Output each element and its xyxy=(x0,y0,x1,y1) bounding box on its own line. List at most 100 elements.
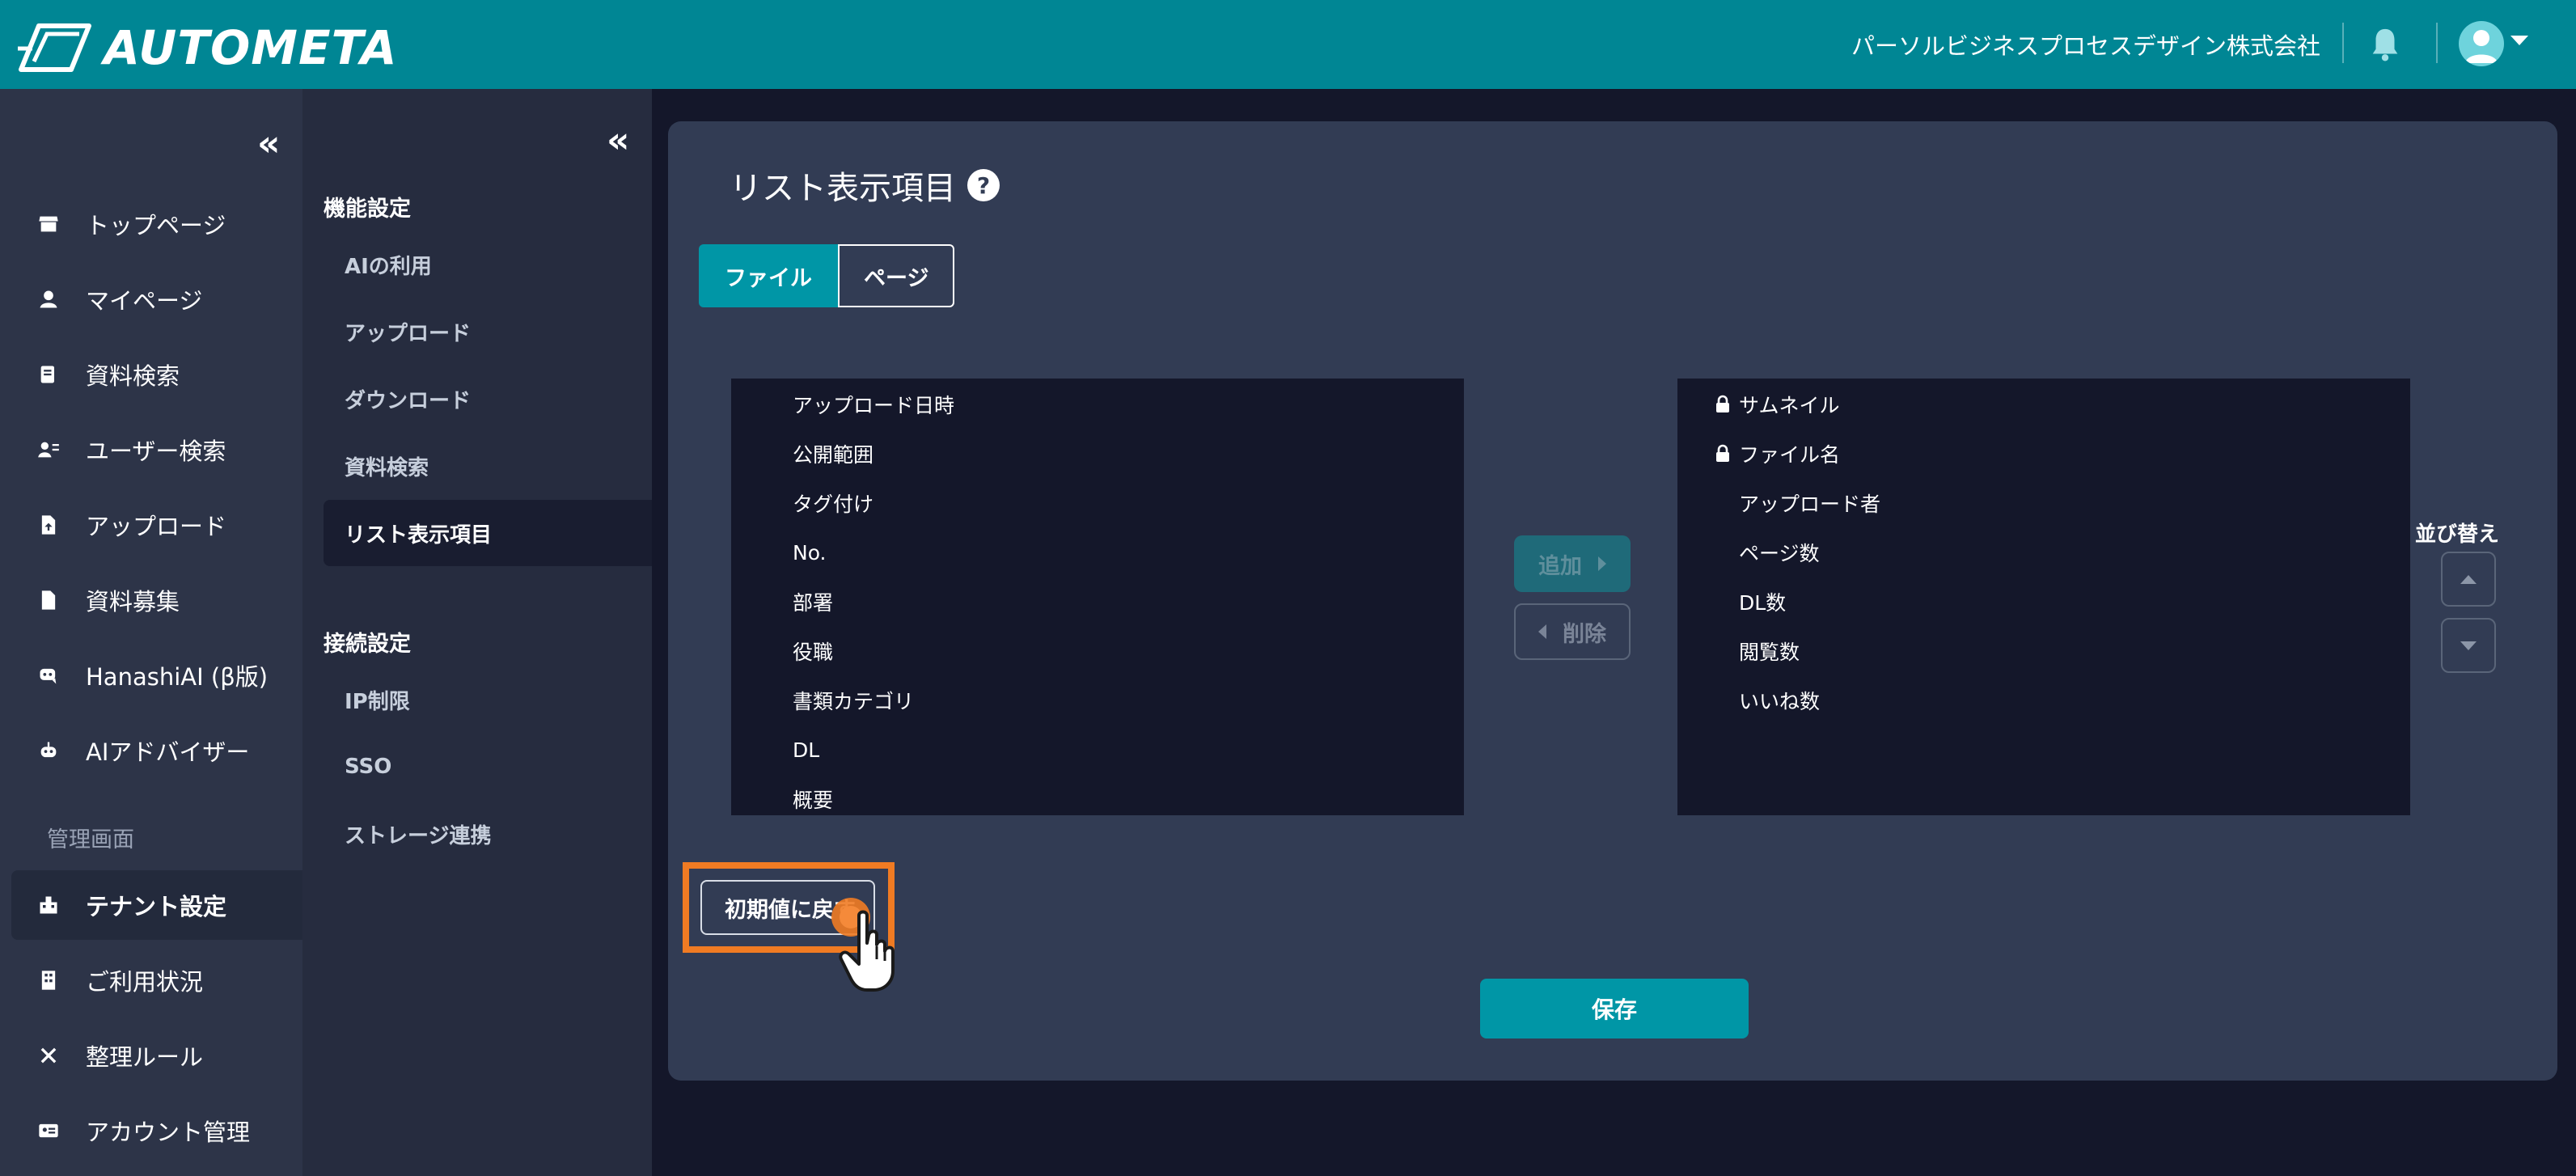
building-icon xyxy=(36,967,61,993)
sidebar-item-label: 資料検索 xyxy=(86,362,180,390)
list-item[interactable]: タグ付け xyxy=(793,487,873,519)
subnav-item-download[interactable]: ダウンロード xyxy=(324,366,652,432)
sidebar-item-label: アカウント管理 xyxy=(86,1119,251,1146)
subnav-item-list-display[interactable]: リスト表示項目 xyxy=(324,500,652,566)
subnav-item-doc-search[interactable]: 資料検索 xyxy=(324,433,652,499)
store-icon xyxy=(36,211,61,237)
chat-bot-icon xyxy=(36,662,61,688)
list-item[interactable]: 部署 xyxy=(793,586,833,618)
move-up-button[interactable] xyxy=(2441,552,2496,607)
list-display-panel: リスト表示項目 ? ファイル ページ アップロード日時 公開範囲 タグ付け No… xyxy=(668,121,2557,1081)
sidebar-item-label: マイページ xyxy=(86,287,203,315)
logo[interactable]: AUTOMETA xyxy=(15,18,398,78)
sidebar-item-top-page[interactable]: トップページ xyxy=(11,189,302,259)
sidebar-item-upload[interactable]: アップロード xyxy=(11,490,302,560)
sidebar-item-ai-advisor[interactable]: AIアドバイザー xyxy=(11,716,302,785)
app-header: AUTOMETA パーソルビジネスプロセスデザイン株式会社 xyxy=(0,0,2576,89)
sort-label: 並び替え xyxy=(2415,522,2500,547)
list-item[interactable]: アップロード者 xyxy=(1739,487,1880,519)
sidebar-item-label: 資料募集 xyxy=(86,588,180,615)
list-item[interactable]: 役職 xyxy=(793,635,833,667)
move-down-button[interactable] xyxy=(2441,618,2496,673)
help-icon[interactable]: ? xyxy=(967,169,1000,201)
sidebar-item-usage[interactable]: ご利用状況 xyxy=(11,945,302,1015)
sidebar-item-rules[interactable]: 整理ルール xyxy=(11,1021,302,1090)
sidebar-section-admin: 管理画面 xyxy=(47,827,134,852)
arrow-up-icon xyxy=(2460,574,2477,584)
list-item[interactable]: DL数 xyxy=(1739,586,1786,618)
save-button[interactable]: 保存 xyxy=(1480,979,1749,1039)
header-divider xyxy=(2436,23,2438,63)
sidebar-item-doc-search[interactable]: 資料検索 xyxy=(11,340,302,409)
sidebar-item-tenant-settings[interactable]: テナント設定 xyxy=(11,870,302,940)
sidebar-item-user-search[interactable]: ユーザー検索 xyxy=(11,415,302,484)
page-title: リスト表示項目 ? xyxy=(730,162,1000,209)
tenant-icon xyxy=(36,892,61,918)
id-card-icon xyxy=(36,1118,61,1144)
available-items-list[interactable]: アップロード日時 公開範囲 タグ付け No. 部署 役職 書類カテゴリ DL 概… xyxy=(731,379,1464,815)
list-item[interactable]: ファイル名 xyxy=(1713,438,1840,470)
list-item-label: ファイル名 xyxy=(1739,443,1841,467)
sidebar-item-label: アップロード xyxy=(86,513,227,540)
sidebar-item-doc-request[interactable]: 資料募集 xyxy=(11,565,302,635)
document-search-icon xyxy=(36,362,61,387)
arrow-right-icon xyxy=(1598,556,1606,571)
logo-text: AUTOMETA xyxy=(104,20,398,75)
list-item[interactable]: アップロード日時 xyxy=(793,388,954,421)
header-divider xyxy=(2342,23,2344,63)
add-button-label: 追加 xyxy=(1538,553,1582,579)
list-item[interactable]: 書類カテゴリ xyxy=(793,684,914,717)
delete-button[interactable]: 削除 xyxy=(1514,603,1631,660)
user-search-icon xyxy=(36,437,61,463)
logo-mark-icon xyxy=(18,23,91,72)
selected-items-list[interactable]: サムネイル ファイル名 アップロード者 ページ数 DL数 閲覧数 いいね数 xyxy=(1677,379,2410,815)
list-item-label: サムネイル xyxy=(1739,394,1840,417)
sidebar-item-hanashi-ai[interactable]: HanashiAI (β版) xyxy=(11,641,302,710)
bell-icon[interactable] xyxy=(2367,26,2404,63)
company-name: パーソルビジネスプロセスデザイン株式会社 xyxy=(1851,32,2320,60)
list-item[interactable]: ページ数 xyxy=(1739,536,1820,569)
arrow-down-icon xyxy=(2460,641,2477,650)
tab-group: ファイル ページ xyxy=(699,244,955,307)
add-button[interactable]: 追加 xyxy=(1514,535,1631,592)
robot-icon xyxy=(36,738,61,764)
delete-button-label: 削除 xyxy=(1563,621,1606,647)
sidebar-item-label: AIアドバイザー xyxy=(86,738,250,766)
subnav-item-sso[interactable]: SSO xyxy=(324,734,652,800)
page-title-text: リスト表示項目 xyxy=(730,170,956,207)
subnav-item-ip-restriction[interactable]: IP制限 xyxy=(324,666,652,733)
sidebar-item-label: HanashiAI (β版) xyxy=(86,663,269,691)
sidebar-item-my-page[interactable]: マイページ xyxy=(11,264,302,334)
list-item[interactable]: 閲覧数 xyxy=(1739,635,1800,667)
subnav-section-connection: 接続設定 xyxy=(324,632,411,657)
sidebar-item-label: ご利用状況 xyxy=(86,968,204,996)
settings-subnav: « 機能設定 AIの利用 アップロード ダウンロード 資料検索 リスト表示項目 … xyxy=(302,89,652,1176)
subnav-item-ai[interactable]: AIの利用 xyxy=(324,231,652,298)
list-item[interactable]: 公開範囲 xyxy=(793,438,873,470)
file-icon xyxy=(36,587,61,613)
lock-icon xyxy=(1716,444,1729,462)
list-item[interactable]: No. xyxy=(793,536,827,569)
tab-page[interactable]: ページ xyxy=(838,244,955,307)
tab-file[interactable]: ファイル xyxy=(699,244,838,307)
sidebar-item-label: ユーザー検索 xyxy=(86,438,226,465)
subnav-section-function: 機能設定 xyxy=(324,197,411,222)
list-item[interactable]: DL xyxy=(793,734,819,766)
list-item[interactable]: 概要 xyxy=(793,783,833,815)
subnav-item-upload[interactable]: アップロード xyxy=(324,298,652,365)
arrow-left-icon xyxy=(1538,624,1546,639)
sidebar-item-account[interactable]: アカウント管理 xyxy=(11,1096,302,1165)
main-sidebar: « トップページ マイページ 資料検索 ユーザー検索 アップロード 資料募集 H… xyxy=(0,89,302,1176)
sidebar-item-label: テナント設定 xyxy=(86,893,227,920)
tools-icon xyxy=(36,1043,61,1068)
subnav-collapse-button[interactable]: « xyxy=(607,123,629,159)
lock-icon xyxy=(1716,395,1729,412)
caret-down-icon[interactable] xyxy=(2510,36,2528,45)
file-upload-icon xyxy=(36,512,61,538)
list-item[interactable]: サムネイル xyxy=(1713,388,1840,421)
sidebar-collapse-button[interactable]: « xyxy=(257,126,280,162)
list-item[interactable]: いいね数 xyxy=(1739,684,1820,717)
user-avatar-icon[interactable] xyxy=(2459,21,2504,66)
subnav-item-storage[interactable]: ストレージ連携 xyxy=(324,801,652,867)
person-icon xyxy=(36,286,61,312)
